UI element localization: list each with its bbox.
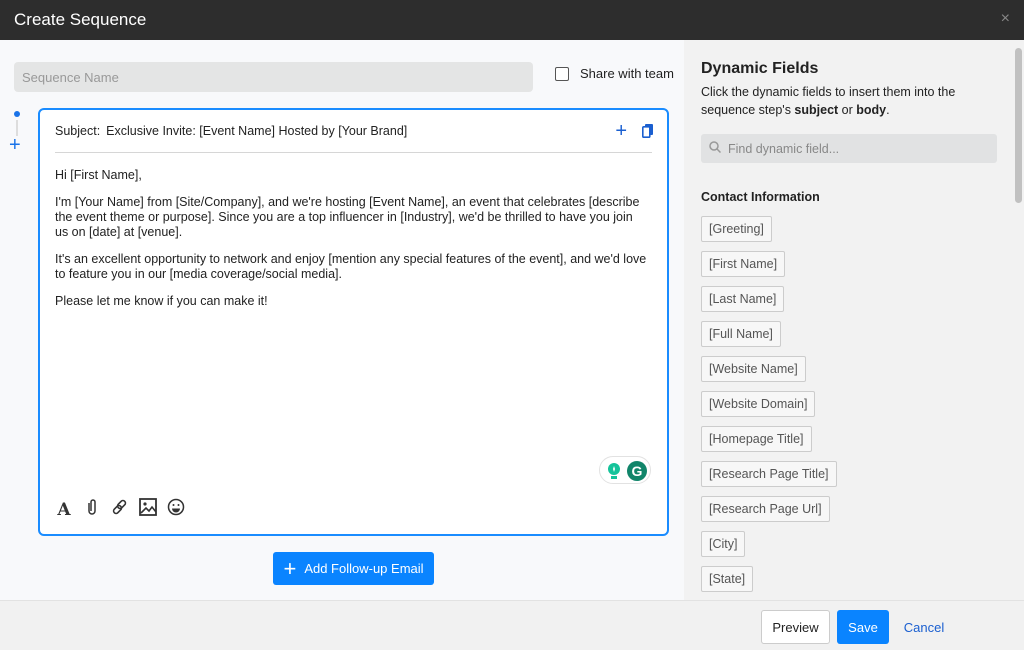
add-follow-up-label: Add Follow-up Email [304, 561, 424, 576]
dynamic-field-chip[interactable]: [Research Page Title] [701, 461, 837, 487]
sequence-name-input[interactable] [14, 62, 533, 92]
dynamic-field-chip[interactable]: [City] [701, 531, 746, 557]
editor-toolbar: A [55, 498, 185, 521]
dialog-header: Create Sequence × [0, 0, 1024, 40]
lightbulb-icon [608, 463, 620, 479]
dynamic-field-chip[interactable]: [Greeting] [701, 216, 772, 242]
subject-text[interactable]: Exclusive Invite: [Event Name] Hosted by… [106, 124, 407, 138]
search-placeholder: Find dynamic field... [728, 141, 840, 156]
font-icon[interactable]: A [55, 500, 73, 520]
body-paragraph: Please let me know if you can make it! [55, 294, 268, 308]
dialog-footer: Preview Save Cancel [0, 600, 1024, 650]
image-icon[interactable] [139, 498, 157, 521]
share-with-team-checkbox[interactable]: Share with team [555, 66, 674, 81]
find-dynamic-field-input[interactable]: Find dynamic field... [701, 134, 997, 163]
link-icon[interactable] [111, 498, 129, 521]
dynamic-fields-title: Dynamic Fields [701, 60, 819, 77]
subject-divider [55, 152, 652, 153]
dynamic-fields-description: Click the dynamic fields to insert them … [701, 83, 981, 119]
cancel-button[interactable]: Cancel [896, 610, 952, 644]
dynamic-field-chip[interactable]: [First Name] [701, 251, 786, 277]
dynamic-field-chip[interactable]: [Homepage Title] [701, 426, 812, 452]
dynamic-field-chip[interactable]: [Research Page Url] [701, 496, 830, 522]
svg-text:G: G [632, 463, 643, 479]
preview-button[interactable]: Preview [761, 610, 830, 644]
sequence-editor-pane: Share with team + Subject: Exclusive Invi… [0, 40, 684, 600]
save-button[interactable]: Save [837, 610, 889, 644]
grammarly-widget[interactable]: G [599, 456, 651, 484]
add-follow-up-email-button[interactable]: + Add Follow-up Email [273, 552, 434, 585]
add-step-icon[interactable]: + [9, 135, 21, 155]
search-icon [709, 141, 722, 156]
copy-icon[interactable] [642, 124, 653, 138]
dynamic-field-chip[interactable]: [Website Domain] [701, 391, 816, 417]
body-paragraph: I'm [Your Name] from [Site/Company], and… [55, 195, 640, 239]
plus-icon: + [283, 555, 297, 581]
body-paragraph: It's an excellent opportunity to network… [55, 252, 647, 281]
desc-text: . [886, 103, 890, 117]
dynamic-fields-panel: Dynamic Fields Click the dynamic fields … [684, 40, 1024, 600]
step-dot-icon [14, 111, 20, 117]
email-body[interactable]: Hi [First Name], I'm [Your Name] from [S… [55, 168, 647, 321]
dynamic-field-chip[interactable]: [Last Name] [701, 286, 785, 312]
section-contact-information: Contact Information [701, 190, 820, 204]
desc-subject: subject [794, 103, 839, 117]
emoji-icon[interactable] [167, 498, 185, 521]
desc-text: or [838, 103, 857, 117]
email-step-editor: Subject: Exclusive Invite: [Event Name] H… [38, 108, 669, 536]
subject-line[interactable]: Subject: Exclusive Invite: [Event Name] H… [55, 124, 413, 138]
dynamic-field-chip[interactable]: [Full Name] [701, 321, 781, 347]
dialog-title: Create Sequence [14, 10, 147, 29]
dynamic-field-chip[interactable]: [Website Name] [701, 356, 806, 382]
insert-field-plus-icon[interactable]: + [615, 120, 627, 143]
checkbox-icon[interactable] [555, 66, 569, 81]
body-paragraph: Hi [First Name], [55, 168, 142, 182]
subject-label: Subject: [55, 124, 101, 138]
close-icon[interactable]: × [1001, 10, 1010, 28]
desc-body: body [856, 103, 887, 117]
share-label: Share with team [580, 66, 674, 81]
scrollbar[interactable] [1015, 48, 1022, 203]
paperclip-icon[interactable] [83, 498, 101, 521]
grammarly-icon: G [627, 461, 647, 481]
dynamic-field-chip[interactable]: [State] [701, 566, 754, 592]
dynamic-field-list: [Greeting] [First Name] [Last Name] [Full N… [701, 216, 837, 600]
